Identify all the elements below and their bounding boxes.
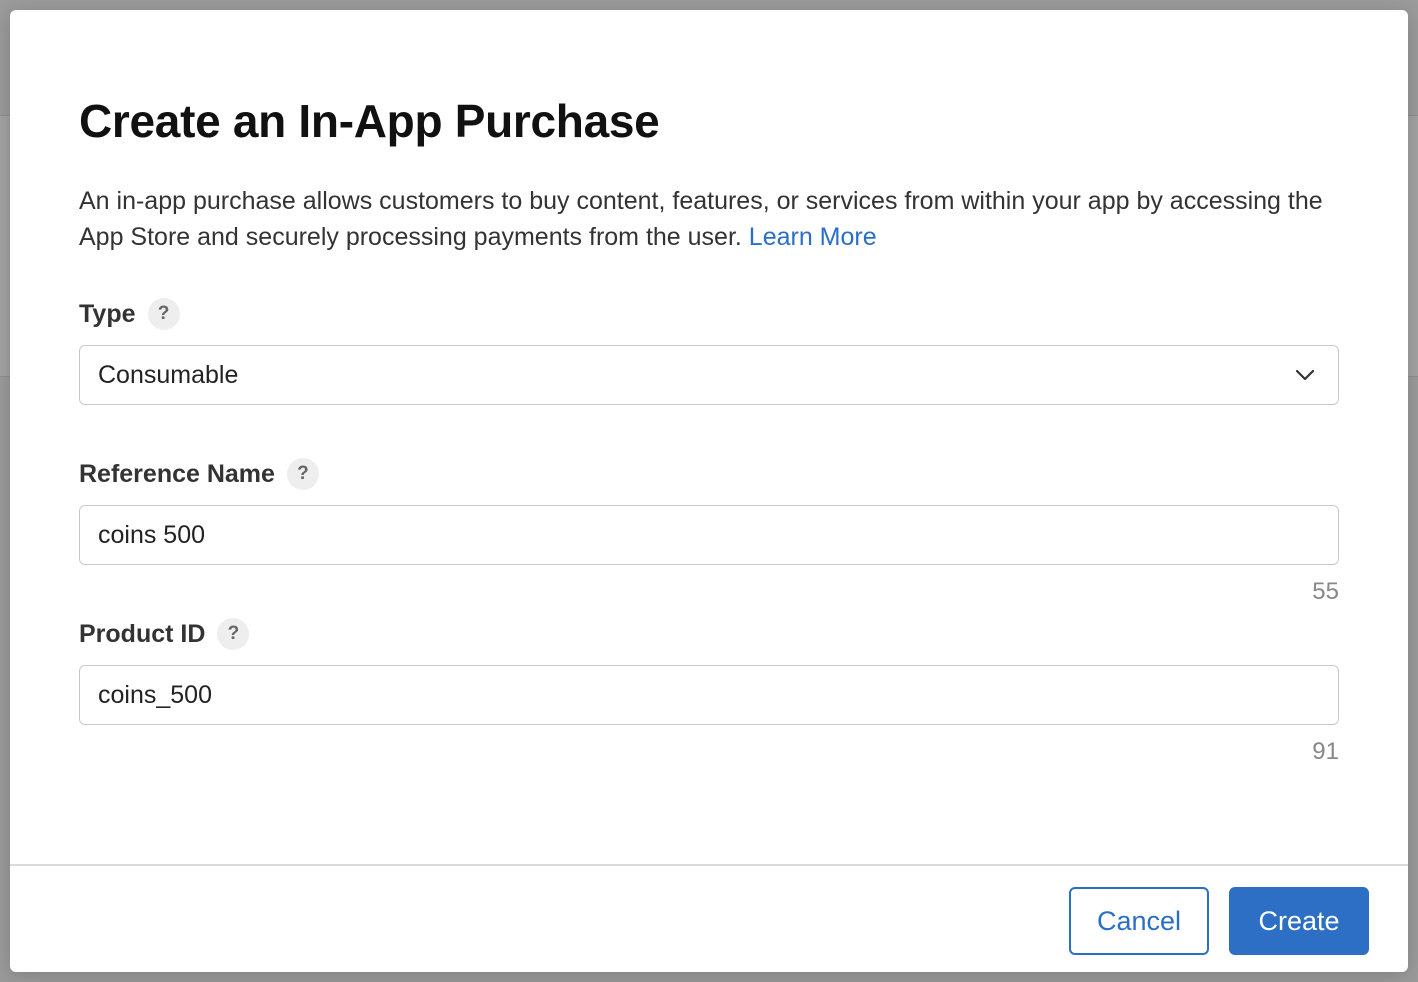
background-panel-right — [1408, 115, 1418, 377]
reference-name-value: coins 500 — [98, 520, 206, 549]
type-label-row: Type ? — [79, 298, 180, 330]
description-text: An in-app purchase allows customers to b… — [79, 187, 1323, 251]
dialog-title: Create an In-App Purchase — [79, 95, 660, 147]
product-id-label-row: Product ID ? — [79, 618, 250, 650]
chevron-down-icon — [1295, 369, 1315, 381]
reference-name-label: Reference Name — [79, 459, 275, 488]
reference-name-input[interactable]: coins 500 — [79, 505, 1339, 565]
cancel-button[interactable]: Cancel — [1069, 887, 1209, 955]
learn-more-link[interactable]: Learn More — [749, 223, 877, 251]
type-select[interactable]: Consumable — [79, 345, 1339, 405]
product-id-char-counter: 91 — [1312, 738, 1339, 765]
product-id-label: Product ID — [79, 619, 206, 648]
product-id-help-icon[interactable]: ? — [217, 618, 250, 650]
dialog-description: An in-app purchase allows customers to b… — [79, 183, 1339, 255]
create-button[interactable]: Create — [1229, 887, 1369, 955]
create-iap-dialog: Create an In-App Purchase An in-app purc… — [10, 10, 1408, 972]
background-panel-left — [0, 115, 10, 377]
type-help-icon[interactable]: ? — [147, 298, 180, 330]
type-select-value: Consumable — [98, 360, 239, 389]
type-label: Type — [79, 299, 136, 328]
footer-divider — [10, 864, 1408, 866]
reference-name-char-counter: 55 — [1312, 578, 1339, 605]
product-id-input[interactable]: coins_500 — [79, 665, 1339, 725]
reference-name-help-icon[interactable]: ? — [286, 458, 319, 490]
reference-name-label-row: Reference Name ? — [79, 458, 319, 490]
product-id-value: coins_500 — [98, 680, 212, 709]
